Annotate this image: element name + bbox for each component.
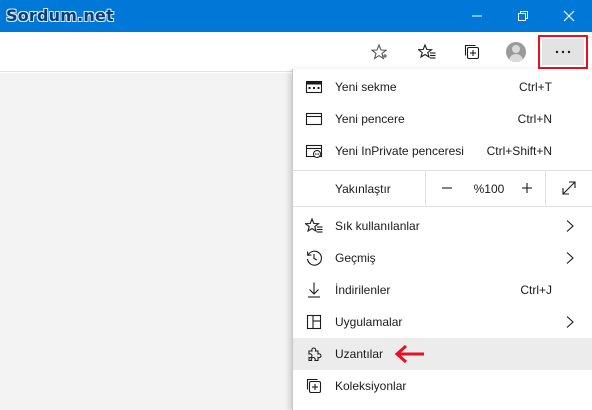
zoom-divider: [545, 171, 546, 205]
menu-item-extensions[interactable]: Uzantılar: [293, 338, 592, 370]
favorites-icon: [305, 217, 323, 233]
add-favorite-button[interactable]: [363, 36, 395, 68]
puzzle-icon: [308, 347, 322, 362]
favorites-icon: [418, 43, 436, 59]
apps-icon: [306, 314, 322, 330]
profile-button[interactable]: [500, 36, 532, 68]
zoom-label: Yakınlaştır: [335, 182, 391, 196]
new-window-icon: [305, 112, 323, 126]
menu-item-new-tab[interactable]: Yeni sekme Ctrl+T: [293, 71, 592, 103]
menu-item-label: Uzantılar: [335, 347, 384, 361]
menu-item-label: Yeni pencere: [335, 112, 405, 126]
minus-icon: [442, 187, 452, 189]
zoom-row: Yakınlaştır %100: [293, 171, 592, 205]
chevron-right-icon: [566, 220, 574, 232]
star-icon: [370, 43, 388, 60]
menu-item-label: Yeni InPrivate penceresi: [335, 144, 464, 158]
shortcut-label: Ctrl+N: [517, 112, 552, 126]
zoom-value: %100: [473, 182, 505, 196]
close-button[interactable]: [546, 0, 592, 32]
settings-menu: Yeni sekme Ctrl+T Yeni pencere Ctrl+N Ye…: [292, 69, 592, 410]
menu-item-favorites[interactable]: Sık kullanılanlar: [293, 210, 592, 242]
restore-button[interactable]: [500, 0, 546, 32]
fullscreen-icon: [562, 181, 576, 195]
zoom-in-button[interactable]: [518, 179, 536, 197]
menu-item-collections[interactable]: Koleksiyonlar: [293, 370, 592, 402]
menu-item-label: Geçmiş: [335, 251, 376, 265]
title-bar: Sordum.net: [0, 0, 592, 32]
minimize-button[interactable]: [454, 0, 500, 32]
close-icon: [563, 10, 575, 22]
zoom-divider: [425, 171, 426, 205]
shortcut-label: Ctrl+Shift+N: [486, 144, 552, 158]
zoom-out-button[interactable]: [438, 179, 456, 197]
menu-item-new-inprivate[interactable]: Yeni InPrivate penceresi Ctrl+Shift+N: [293, 135, 592, 167]
new-tab-icon: [305, 80, 323, 94]
minimize-icon: [472, 15, 482, 17]
browser-toolbar: [0, 32, 592, 72]
collections-icon: [306, 378, 322, 394]
avatar: [506, 42, 526, 62]
favorites-button[interactable]: [411, 36, 443, 68]
settings-and-more-button[interactable]: [538, 35, 588, 69]
collections-button[interactable]: [456, 36, 488, 68]
chevron-right-icon: [566, 316, 574, 328]
collections-icon: [464, 44, 480, 60]
inprivate-icon: [305, 144, 323, 158]
brand-logo: Sordum.net: [6, 6, 114, 25]
chevron-right-icon: [566, 252, 574, 264]
menu-item-apps[interactable]: Uygulamalar: [293, 306, 592, 338]
menu-item-label: İndirilenler: [335, 283, 391, 297]
more-dots-icon: [555, 50, 571, 54]
menu-item-history[interactable]: Geçmiş: [293, 242, 592, 274]
restore-icon: [518, 11, 528, 21]
menu-item-label: Koleksiyonlar: [335, 379, 407, 393]
history-icon: [306, 250, 322, 266]
shortcut-label: Ctrl+T: [519, 80, 552, 94]
menu-item-label: Sık kullanılanlar: [335, 219, 420, 233]
menu-item-label: Yeni sekme: [335, 80, 397, 94]
red-arrow-icon: [394, 344, 424, 364]
shortcut-label: Ctrl+J: [520, 283, 552, 297]
menu-item-new-window[interactable]: Yeni pencere Ctrl+N: [293, 103, 592, 135]
fullscreen-button[interactable]: [560, 179, 578, 197]
download-icon: [308, 282, 320, 298]
menu-item-downloads[interactable]: İndirilenler Ctrl+J: [293, 274, 592, 306]
plus-icon: [522, 183, 532, 193]
menu-item-label: Uygulamalar: [335, 315, 403, 329]
menu-divider: [293, 206, 592, 207]
